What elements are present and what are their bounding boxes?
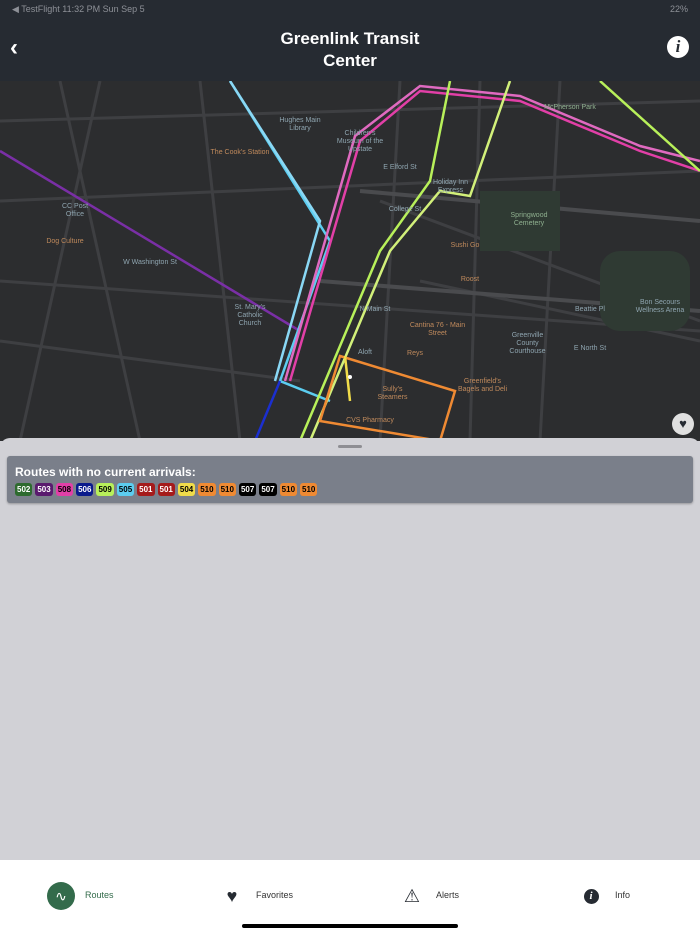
route-badge[interactable]: 507 [238, 483, 257, 496]
route-badge[interactable]: 509 [96, 483, 114, 496]
favorite-button[interactable]: ♥ [672, 413, 694, 435]
heart-icon: ♥ [679, 416, 687, 431]
header: ‹ Greenlink Transit Center i [0, 18, 700, 81]
battery-level: 22% [669, 4, 688, 14]
warning-icon: ⚠ [403, 885, 421, 906]
map-label: Children's Museum of the Upstate [336, 130, 384, 153]
page-title: Greenlink Transit Center [0, 28, 700, 72]
map-label: CC Post Office [61, 203, 89, 218]
title-line-1: Greenlink Transit [280, 29, 420, 48]
map-label: Sully's Steamers [377, 386, 408, 401]
route-badge[interactable]: 510 [198, 483, 216, 496]
map-label: Reys [407, 350, 423, 357]
map-label: E North St [573, 345, 607, 352]
map-label: The Cook's Station [210, 149, 270, 156]
map-label: Aloft [357, 349, 372, 356]
tab-label: Info [615, 890, 631, 900]
map-label: College St [388, 206, 422, 213]
map-label: Greenfield's Bagels and Deli [457, 378, 508, 393]
tab-alerts[interactable]: ⚠ Alerts [398, 882, 459, 910]
map[interactable]: Hughes Main Library McPherson Park Child… [0, 81, 700, 441]
map-label: Sushi Go [450, 242, 480, 249]
route-badge[interactable]: 506 [76, 483, 94, 496]
map-label: Cantina 76 - Main Street [409, 322, 466, 337]
route-badge[interactable]: 510 [218, 483, 236, 496]
map-label: W Washington St [123, 259, 177, 266]
map-label: Roost [460, 276, 480, 283]
map-label: McPherson Park [544, 104, 596, 111]
tab-routes[interactable]: ∿ Routes [47, 882, 114, 910]
route-badge[interactable]: 508 [55, 483, 74, 496]
info-button[interactable]: i [667, 36, 689, 58]
route-badges: 502 503 508 506 509 505 501 501 504 510 510 507 507 5… [15, 483, 318, 496]
map-label: E Elford St [383, 164, 417, 171]
info-icon: i [577, 882, 605, 910]
map-label: CVS Pharmacy [346, 417, 394, 424]
tab-bar: ∿ Routes ♥ Favorites ⚠ Alerts i Info [0, 860, 700, 934]
bottom-sheet: Routes with no current arrivals: 502 503 5… [0, 438, 700, 860]
route-icon: ∿ [47, 882, 75, 910]
route-badge[interactable]: 501 [137, 483, 155, 496]
tab-label: Alerts [436, 890, 460, 900]
map-label: Springwood Cemetery [510, 212, 548, 227]
map-label: Hughes Main Library [279, 117, 321, 132]
tab-label: Favorites [256, 890, 294, 900]
map-label: Bon Secours Wellness Arena [635, 299, 685, 314]
route-badge[interactable]: 501 [157, 483, 175, 496]
route-badge[interactable]: 507 [259, 483, 277, 496]
status-bar: ◀ TestFlight 11:32 PM Sun Sep 5 22% [0, 0, 700, 18]
status-left: ◀ TestFlight 11:32 PM Sun Sep 5 [12, 3, 145, 14]
map-label: Dog Culture [46, 238, 84, 245]
no-arrivals-card: Routes with no current arrivals: 502 503 5… [7, 456, 693, 503]
sheet-grabber[interactable] [338, 445, 362, 448]
route-badge[interactable]: 504 [177, 483, 196, 496]
route-badge[interactable]: 502 [15, 483, 33, 496]
card-title: Routes with no current arrivals: [15, 465, 196, 479]
home-indicator [242, 924, 458, 928]
tab-label: Routes [85, 890, 114, 900]
tab-favorites[interactable]: ♥ Favorites [218, 882, 293, 910]
route-badge[interactable]: 510 [300, 483, 318, 496]
map-label: N Main St [359, 306, 391, 313]
map-label: Greenville County Courthouse [509, 332, 546, 355]
title-line-2: Center [323, 51, 377, 70]
map-label: St. Mary's Catholic Church [234, 304, 266, 327]
route-badge[interactable]: 503 [35, 483, 53, 496]
tab-info[interactable]: i Info [577, 882, 630, 910]
map-label: Holiday Inn Express [432, 179, 469, 194]
route-badge[interactable]: 505 [116, 483, 135, 496]
route-badge[interactable]: 510 [279, 483, 298, 496]
info-icon: i [675, 37, 681, 56]
heart-icon: ♥ [226, 885, 238, 906]
map-label: Beattie Pl [575, 306, 605, 313]
